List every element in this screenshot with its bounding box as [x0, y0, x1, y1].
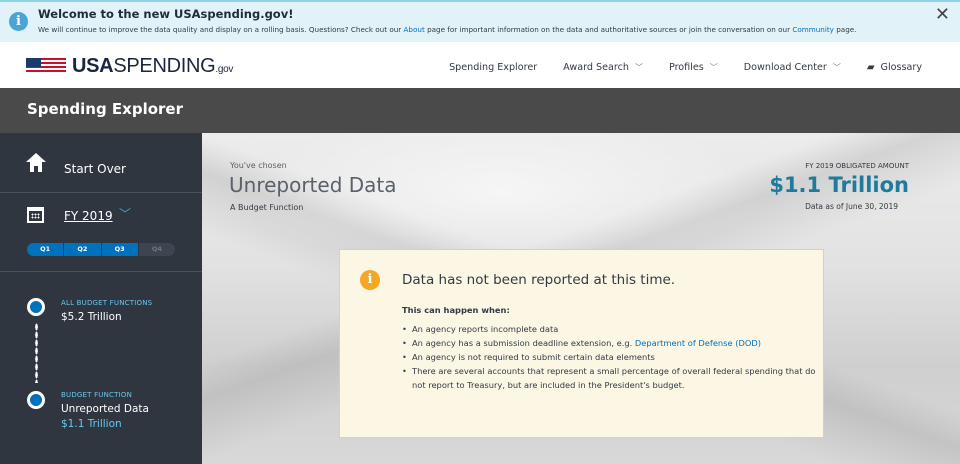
list-item: There are several accounts that represen… — [402, 364, 817, 392]
chosen-title: Unreported Data — [229, 173, 397, 197]
chosen-subtitle: A Budget Function — [230, 203, 304, 212]
breadcrumb-value[interactable]: $5.2 Trillion — [61, 311, 122, 323]
nav-profiles[interactable]: Profiles ﹀ — [669, 62, 718, 73]
nav-spending-explorer[interactable]: Spending Explorer — [449, 62, 537, 73]
community-link[interactable]: Community — [792, 25, 834, 34]
list-item: An agency has a submission deadline exte… — [402, 336, 817, 350]
book-icon: ▰ — [866, 62, 875, 73]
site-header: USASPENDING.gov Spending Explorer Award … — [0, 42, 960, 88]
banner-text: We will continue to improve the data qua… — [38, 25, 857, 34]
breadcrumb-step-icon[interactable] — [27, 298, 45, 316]
close-icon[interactable]: ✕ — [935, 5, 950, 25]
list-item: An agency reports incomplete data — [402, 322, 817, 336]
about-link[interactable]: About — [404, 25, 425, 34]
breadcrumb-category: BUDGET FUNCTION — [61, 391, 133, 399]
breadcrumb-value: Unreported Data — [61, 403, 149, 415]
page-title: Spending Explorer — [27, 100, 183, 118]
amount-date: Data as of June 30, 2019 — [805, 202, 898, 211]
divider — [0, 271, 202, 272]
info-icon: i — [360, 270, 380, 290]
breadcrumb-category: ALL BUDGET FUNCTIONS — [61, 299, 153, 307]
flag-icon — [26, 58, 66, 74]
breadcrumb-step-icon — [27, 391, 45, 409]
nav-download-center[interactable]: Download Center ﹀ — [744, 62, 841, 73]
notice-list: An agency reports incomplete data An age… — [402, 322, 817, 392]
chevron-down-icon: ﹀ — [709, 63, 718, 72]
quarter-q2[interactable]: Q2 — [64, 243, 102, 256]
start-over-label: Start Over — [64, 162, 126, 176]
fiscal-year-label: FY 2019 — [64, 209, 113, 223]
chevron-down-icon: ﹀ — [832, 63, 841, 72]
explorer-sidebar: Start Over FY 2019 ﹀ Q1 Q2 Q3 Q4 ALL BUD… — [0, 133, 202, 464]
chevron-down-icon: ﹀ — [119, 207, 132, 221]
quarter-q3[interactable]: Q3 — [101, 243, 139, 256]
start-over-button[interactable]: Start Over — [0, 133, 202, 193]
quarter-q4: Q4 — [138, 243, 175, 256]
info-icon: i — [9, 12, 28, 31]
quarter-selector: Q1 Q2 Q3 Q4 — [27, 243, 175, 256]
breadcrumb-connector — [35, 323, 38, 383]
nav-glossary[interactable]: ▰ Glossary — [867, 62, 922, 73]
chevron-down-icon: ﹀ — [634, 63, 643, 72]
welcome-banner: i Welcome to the new USAspending.gov! We… — [0, 0, 960, 42]
notice-title: Data has not been reported at this time. — [402, 272, 676, 288]
banner-title: Welcome to the new USAspending.gov! — [38, 7, 294, 21]
quarter-q1[interactable]: Q1 — [27, 243, 65, 256]
dod-link[interactable]: Department of Defense (DOD) — [635, 338, 761, 348]
page-titlebar: Spending Explorer — [0, 88, 960, 133]
amount-value: $1.1 Trillion — [769, 173, 909, 197]
no-data-notice: i Data has not been reported at this tim… — [339, 249, 824, 438]
list-item: An agency is not required to submit cert… — [402, 350, 817, 364]
fiscal-year-picker[interactable]: FY 2019 ﹀ — [0, 203, 202, 233]
explorer-main: You've chosen Unreported Data A Budget F… — [202, 133, 960, 464]
amount-label: FY 2019 OBLIGATED AMOUNT — [805, 162, 909, 170]
site-logo[interactable]: USASPENDING.gov — [26, 55, 233, 77]
notice-intro: This can happen when: — [402, 305, 510, 315]
calendar-icon — [27, 207, 44, 223]
chosen-label: You've chosen — [230, 161, 287, 170]
main-nav: Spending Explorer Award Search ﹀ Profiles… — [423, 62, 922, 73]
breadcrumb-amount: $1.1 Trillion — [61, 418, 122, 430]
nav-award-search[interactable]: Award Search ﹀ — [563, 62, 643, 73]
home-icon — [26, 153, 46, 175]
